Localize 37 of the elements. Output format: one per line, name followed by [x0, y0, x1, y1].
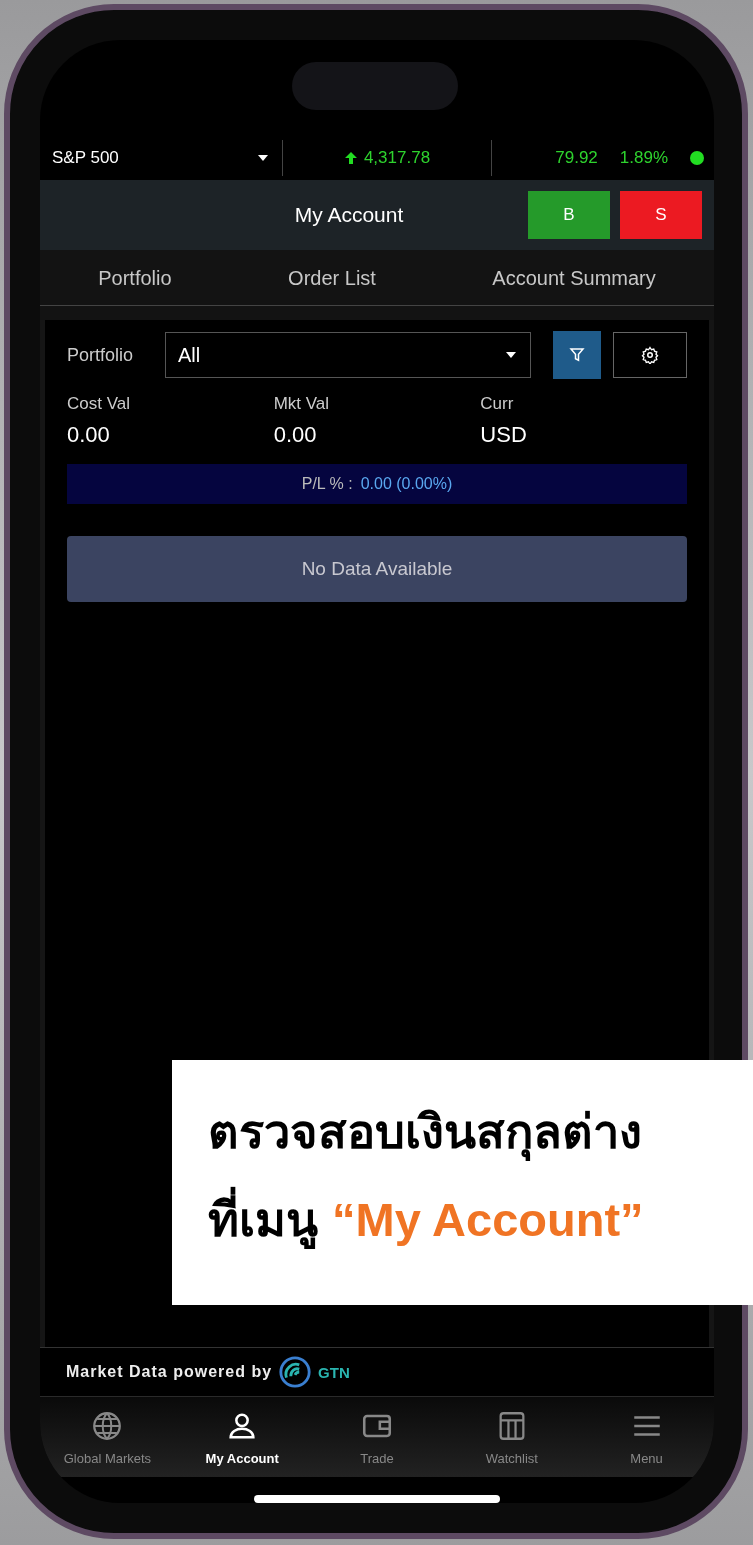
tab[interactable]: Portfolio — [98, 266, 172, 290]
settings-icon — [641, 346, 659, 364]
summary-value: 0.00 — [273, 422, 318, 448]
index-selector[interactable]: S&P 500 — [52, 139, 283, 176]
summary-value: 0.00 — [67, 422, 111, 448]
page-title: My Account — [293, 203, 405, 227]
arrow-icon — [343, 150, 358, 165]
change-percent: 1.89% — [619, 147, 668, 168]
buy-button[interactable]: B — [528, 191, 610, 239]
field-label: Portfolio — [67, 344, 135, 366]
caption-highlight: “My Account” — [332, 1192, 644, 1248]
nav-item[interactable]: Menu — [579, 1397, 714, 1477]
summary-label: Curr — [480, 394, 515, 414]
filter-icon — [568, 346, 586, 364]
change-value: 79.92 — [555, 147, 598, 168]
profit-loss-label: P/L % : — [301, 475, 353, 493]
summary-label: Mkt Val — [273, 394, 331, 414]
settings-button[interactable] — [613, 332, 687, 378]
footer-text: Market Data powered by — [66, 1363, 273, 1381]
nav-item[interactable]: Global Markets — [40, 1397, 175, 1477]
summary-label: Cost Val — [67, 394, 131, 414]
caption-text: ที่เมนู — [208, 1182, 318, 1258]
tab[interactable]: Order List — [288, 266, 376, 290]
tab[interactable]: Account Summary — [492, 266, 656, 290]
profit-loss-value: 0.00 (0.00%) — [360, 475, 453, 493]
sell-button[interactable]: S — [620, 191, 702, 239]
caption-text: ตรวจสอบเงินสกุลต่าง — [208, 1090, 753, 1174]
filter-button[interactable] — [553, 331, 601, 379]
summary-value: USD — [480, 422, 528, 448]
brand-name: GTN — [318, 1363, 350, 1381]
swirl-logo-icon — [278, 1355, 313, 1389]
index-value: 4,317.78 — [363, 147, 431, 168]
nav-item[interactable]: Watchlist — [444, 1397, 580, 1477]
nav-item[interactable]: Trade — [309, 1397, 445, 1477]
empty-message: No Data Available — [67, 536, 687, 602]
portfolio-dropdown[interactable]: All — [165, 332, 531, 378]
nav-item[interactable]: My Account — [174, 1397, 310, 1477]
